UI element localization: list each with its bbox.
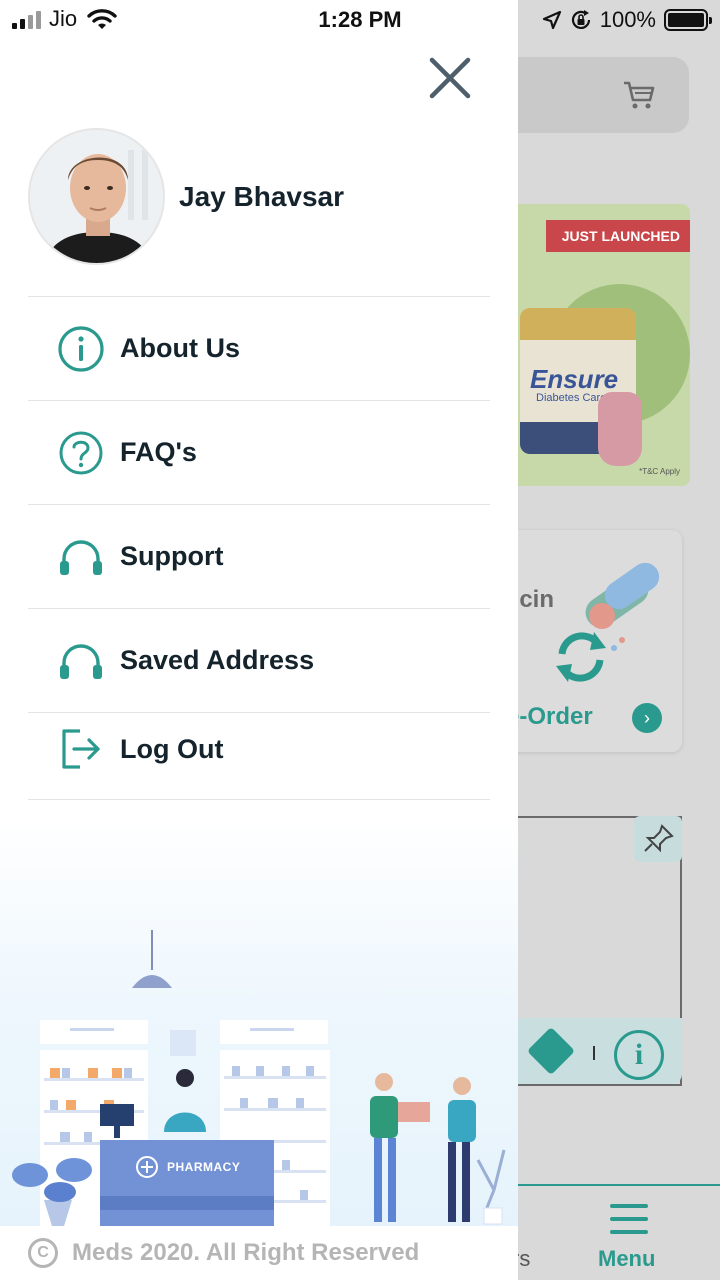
user-name: Jay Bhavsar <box>179 180 345 212</box>
tab-menu[interactable]: Menu <box>598 1246 655 1272</box>
menu-item-support[interactable]: Support <box>28 504 490 608</box>
refresh-icon <box>556 632 606 682</box>
menu-item-about-us[interactable]: About Us <box>28 296 490 400</box>
logout-icon <box>56 724 106 774</box>
question-circle-icon <box>56 428 106 478</box>
menu-item-label: Log Out <box>120 733 224 764</box>
banner-sub: Diabetes Care <box>536 392 607 404</box>
menu-item-log-out[interactable]: Log Out <box>28 712 490 800</box>
close-button[interactable] <box>424 52 476 104</box>
info-icon[interactable]: i <box>614 1030 664 1080</box>
headphones-icon <box>56 636 106 686</box>
chevron-right-icon[interactable]: › <box>632 703 662 733</box>
battery-icon <box>664 9 712 31</box>
status-right: 100% <box>542 7 712 33</box>
side-drawer: Jay Bhavsar About Us FAQ's Support Saved… <box>0 0 518 1280</box>
pin-icon[interactable] <box>634 816 682 862</box>
banner-ribbon: JUST LAUNCHED <box>545 220 690 252</box>
avatar[interactable] <box>28 128 165 265</box>
pharmacy-illustration: PHARMACY <box>0 820 518 1226</box>
reorder-label: e-Order <box>506 703 593 730</box>
banner-terms: *T&C Apply <box>639 467 680 476</box>
battery-percent: 100% <box>599 7 656 32</box>
menu-item-label: Saved Address <box>120 645 315 675</box>
status-bar: Jio 1:28 PM 100% <box>0 0 720 40</box>
copyright-text: Meds 2020. All Right Reserved <box>72 1239 420 1266</box>
menu-icon[interactable] <box>610 1204 648 1243</box>
banner-brand: Ensure <box>530 364 619 394</box>
menu-item-label: About Us <box>120 333 240 363</box>
menu-item-faqs[interactable]: FAQ's <box>28 400 490 504</box>
location-arrow-icon <box>542 10 561 30</box>
drawer-menu: About Us FAQ's Support Saved Address Log… <box>28 296 490 800</box>
close-icon <box>429 57 471 99</box>
drawer-footer: C Meds 2020. All Right Reserved <box>0 1226 518 1280</box>
headphones-icon <box>56 532 106 582</box>
menu-item-label: FAQ's <box>120 437 197 467</box>
copyright-icon: C <box>28 1238 58 1268</box>
info-circle-icon <box>56 324 106 374</box>
menu-item-label: Support <box>120 541 224 571</box>
pharmacy-sign: PHARMACY <box>167 1160 241 1174</box>
rotation-lock-icon <box>571 10 590 29</box>
user-profile[interactable]: Jay Bhavsar <box>28 128 344 265</box>
menu-item-saved-address[interactable]: Saved Address <box>28 608 490 712</box>
separator <box>593 1046 595 1060</box>
product-bottle <box>598 392 642 466</box>
cart-icon[interactable] <box>622 80 656 110</box>
